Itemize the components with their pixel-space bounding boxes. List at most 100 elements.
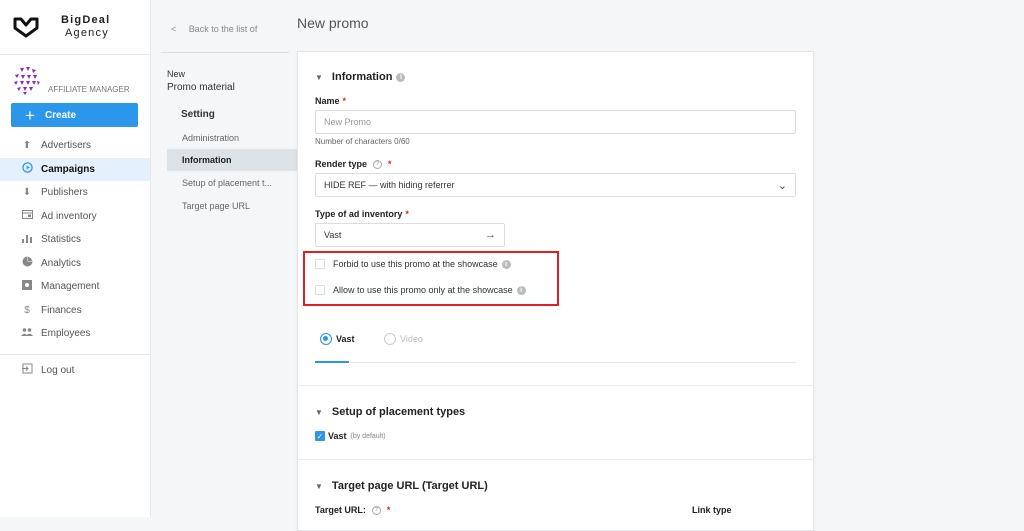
ad-inventory-icon: [21, 210, 33, 222]
required-asterisk: *: [405, 209, 409, 219]
subpanel-item-placement-setup[interactable]: Setup of placement t...: [167, 172, 297, 194]
tab-vast[interactable]: Vast: [320, 333, 355, 345]
checkbox-unchecked[interactable]: [315, 259, 325, 269]
logout-button[interactable]: Log out: [0, 359, 150, 383]
dollar-icon: $: [24, 304, 30, 316]
brand-logo[interactable]: BigDeal Agency: [0, 0, 150, 55]
logout-label: Log out: [41, 364, 75, 376]
info-icon[interactable]: i: [501, 259, 511, 269]
upload-icon: ⬆: [22, 140, 32, 152]
caret-down-icon: ▼: [315, 407, 323, 417]
sidebar-item-publishers[interactable]: ⬇ Publishers: [0, 181, 150, 205]
download-icon: ⬇: [22, 187, 32, 199]
render-type-label: Render type ? *: [315, 159, 392, 169]
subpanel-item-label: Setup of placement t...: [182, 178, 273, 188]
subpanel-item-label: Administration: [182, 133, 240, 143]
ad-inventory-label-text: Type of ad inventory: [315, 209, 403, 219]
tab-label: Video: [400, 334, 423, 344]
sidebar-nav: ⬆ Advertisers Campaigns ⬇ Publishers Ad …: [0, 134, 150, 382]
page-title: New promo: [297, 15, 369, 31]
checkbox-label: Allow to use this promo only at the show…: [333, 285, 513, 295]
information-section-header[interactable]: ▼ Information i: [315, 71, 406, 83]
management-icon: [21, 280, 33, 293]
sidebar-item-label: Analytics: [41, 257, 82, 269]
tab-label: Vast: [336, 334, 355, 344]
subpanel-item-label: Information: [182, 155, 232, 165]
sidebar-item-employees[interactable]: Employees: [0, 322, 150, 346]
sidebar-item-label: Advertisers: [41, 140, 92, 152]
target-section-header[interactable]: ▼ Target page URL (Target URL): [315, 480, 488, 492]
sidebar-item-management[interactable]: Management: [0, 275, 150, 299]
sidebar-item-campaigns[interactable]: Campaigns: [0, 157, 150, 181]
render-type-select[interactable]: HIDE REF — with hiding referrer ⌄: [315, 173, 796, 197]
subpanel-item-label: Target page URL: [182, 201, 251, 211]
target-url-label-text: Target URL:: [315, 505, 366, 515]
information-section-title: Information: [331, 71, 393, 83]
role-label: AFFILIATE MANAGER: [48, 85, 130, 94]
name-label-text: Name: [315, 96, 340, 106]
required-asterisk: *: [342, 96, 347, 106]
subpanel-divider: [161, 52, 289, 53]
ad-inventory-value: Vast: [324, 230, 342, 240]
sidebar-item-ad-inventory[interactable]: Ad inventory: [0, 205, 150, 229]
placement-vast-checkbox[interactable]: ✓ Vast (by default): [315, 431, 386, 441]
section-divider: [298, 385, 813, 386]
caret-down-icon: ▼: [315, 72, 323, 82]
ad-inventory-label: Type of ad inventory *: [315, 209, 409, 219]
placement-section-header[interactable]: ▼ Setup of placement types: [315, 406, 465, 418]
sidebar-item-label: Campaigns: [41, 163, 95, 175]
forbid-showcase-checkbox[interactable]: Forbid to use this promo at the showcase…: [315, 259, 511, 269]
help-icon[interactable]: ?: [373, 159, 383, 169]
link-type-label: Link type: [692, 505, 732, 515]
role-avatar-icon: [14, 67, 40, 95]
sidebar-item-label: Publishers: [41, 187, 88, 199]
sidebar-item-label: Employees: [41, 328, 91, 340]
required-asterisk: *: [388, 159, 392, 169]
checkbox-label: Vast: [328, 431, 347, 441]
sidebar-item-label: Statistics: [41, 234, 82, 246]
sidebar-item-finances[interactable]: $ Finances: [0, 299, 150, 323]
sidebar-item-analytics[interactable]: Analytics: [0, 252, 150, 276]
arrow-right-icon: →: [485, 229, 496, 241]
ad-inventory-field[interactable]: Vast →: [315, 223, 505, 247]
create-button[interactable]: + Create: [11, 103, 138, 127]
name-label: Name *: [315, 96, 346, 106]
render-type-value: HIDE REF — with hiding referrer: [324, 180, 455, 190]
sidebar-item-label: Finances: [41, 304, 82, 316]
name-input[interactable]: New Promo: [315, 110, 796, 134]
radio-selected-icon: [320, 333, 332, 345]
radio-unselected-icon: [384, 333, 396, 345]
tab-video[interactable]: Video: [384, 333, 423, 345]
section-divider: [298, 459, 813, 460]
caret-down-icon: ▼: [315, 481, 323, 491]
allow-only-showcase-checkbox[interactable]: Allow to use this promo only at the show…: [315, 285, 526, 295]
info-icon[interactable]: i: [396, 72, 406, 82]
tabs-underline: [315, 362, 796, 363]
placement-section-title: Setup of placement types: [331, 406, 466, 418]
checkbox-note: (by default): [350, 432, 386, 440]
brand-name-line2: Agency: [65, 27, 109, 39]
create-button-label: Create: [44, 109, 77, 121]
settings-subpanel: < Back to the list of New Promo material…: [151, 0, 297, 517]
sidebar-item-advertisers[interactable]: ⬆ Advertisers: [0, 134, 150, 158]
target-url-label: Target URL: ? *: [315, 505, 390, 515]
sidebar-item-statistics[interactable]: Statistics: [0, 228, 150, 252]
subpanel-item-target-url[interactable]: Target page URL: [167, 195, 297, 217]
subpanel-item-information[interactable]: Information: [167, 149, 297, 171]
info-icon[interactable]: i: [516, 285, 526, 295]
chevron-down-icon: ⌄: [777, 179, 787, 192]
logout-icon: [21, 363, 33, 377]
subpanel-item-administration[interactable]: Administration: [167, 127, 297, 149]
people-icon: [21, 328, 33, 339]
brand-logo-icon: [13, 17, 39, 38]
required-asterisk: *: [386, 505, 391, 515]
plus-icon: +: [25, 105, 35, 125]
help-icon[interactable]: ?: [371, 505, 381, 515]
render-type-label-text: Render type: [315, 159, 368, 169]
sidebar-item-label: Management: [41, 281, 100, 293]
checkbox-checked[interactable]: ✓: [315, 431, 325, 441]
play-circle-icon: [21, 162, 33, 176]
checkbox-unchecked[interactable]: [315, 285, 325, 295]
back-to-list-link[interactable]: < Back to the list of: [171, 24, 257, 34]
target-section-title: Target page URL (Target URL): [331, 480, 488, 492]
